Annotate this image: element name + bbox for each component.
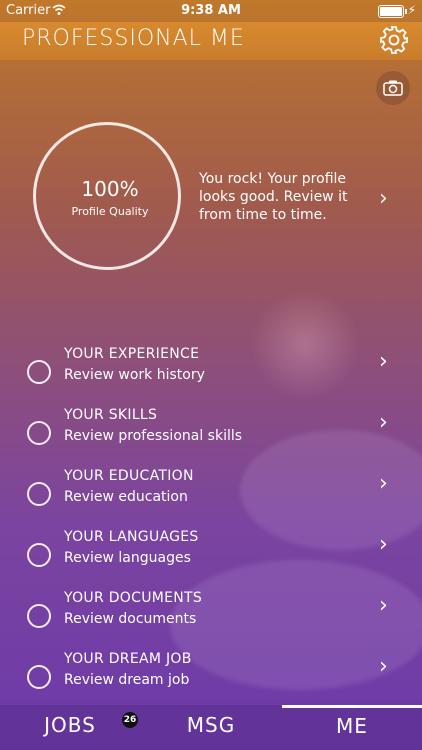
gear-icon[interactable] bbox=[378, 24, 410, 56]
app-header: PROFESSIONAL ME bbox=[0, 22, 422, 60]
chevron-right-icon: › bbox=[379, 593, 388, 618]
charging-icon: ⚡ bbox=[407, 3, 416, 17]
item-title: YOUR LANGUAGES bbox=[64, 529, 199, 545]
list-item-languages[interactable]: YOUR LANGUAGES Review languages › bbox=[0, 529, 422, 590]
list-item-documents[interactable]: YOUR DOCUMENTS Review documents › bbox=[0, 590, 422, 651]
tab-bar: JOBS 26 MSG ME bbox=[0, 705, 422, 750]
tab-jobs[interactable]: JOBS bbox=[0, 705, 140, 750]
chevron-right-icon: › bbox=[379, 471, 388, 496]
profile-quality-label: Profile Quality bbox=[71, 205, 149, 218]
status-time: 9:38 AM bbox=[181, 3, 241, 18]
tab-label: ME bbox=[336, 714, 368, 738]
list-item-experience[interactable]: YOUR EXPERIENCE Review work history › bbox=[0, 346, 422, 407]
battery-icon bbox=[378, 5, 407, 18]
item-subtitle: Review professional skills bbox=[64, 428, 243, 444]
list-item-education[interactable]: YOUR EDUCATION Review education › bbox=[0, 468, 422, 529]
profile-message: You rock! Your profile looks good. Revie… bbox=[199, 171, 348, 223]
status-circle-icon bbox=[27, 604, 51, 628]
screen: Carrier 9:38 AM ⚡ PROFESSIONAL ME 100% P… bbox=[0, 0, 422, 750]
item-subtitle: Review languages bbox=[64, 550, 191, 566]
item-title: YOUR EDUCATION bbox=[64, 468, 194, 484]
tab-label: MSG bbox=[186, 713, 236, 737]
tab-msg[interactable]: MSG bbox=[141, 705, 281, 750]
chevron-right-icon: › bbox=[379, 532, 388, 557]
status-circle-icon bbox=[27, 543, 51, 567]
status-bar: Carrier 9:38 AM ⚡ bbox=[0, 0, 422, 22]
item-title: YOUR SKILLS bbox=[64, 407, 158, 423]
item-subtitle: Review work history bbox=[64, 367, 205, 383]
item-title: YOUR DOCUMENTS bbox=[64, 590, 203, 606]
tab-me[interactable]: ME bbox=[282, 705, 422, 750]
jobs-badge: 26 bbox=[122, 712, 138, 728]
camera-button[interactable] bbox=[376, 71, 410, 105]
chevron-right-icon: › bbox=[379, 410, 388, 435]
chevron-right-icon: › bbox=[379, 349, 388, 374]
list-item-dream-job[interactable]: YOUR DREAM JOB Review dream job › bbox=[0, 651, 422, 712]
status-circle-icon bbox=[27, 482, 51, 506]
list-item-skills[interactable]: YOUR SKILLS Review professional skills › bbox=[0, 407, 422, 468]
item-subtitle: Review education bbox=[64, 489, 188, 505]
profile-chevron-right-icon[interactable]: › bbox=[379, 186, 388, 211]
camera-icon bbox=[383, 80, 403, 96]
page-title: PROFESSIONAL ME bbox=[22, 26, 245, 51]
item-title: YOUR EXPERIENCE bbox=[64, 346, 200, 362]
item-subtitle: Review documents bbox=[64, 611, 197, 627]
item-title: YOUR DREAM JOB bbox=[64, 651, 192, 667]
profile-quality-ring: 100% Profile Quality bbox=[33, 122, 181, 270]
item-subtitle: Review dream job bbox=[64, 672, 190, 688]
status-circle-icon bbox=[27, 421, 51, 445]
status-circle-icon bbox=[27, 360, 51, 384]
chevron-right-icon: › bbox=[379, 654, 388, 679]
tab-label: JOBS bbox=[44, 713, 96, 737]
status-circle-icon bbox=[27, 665, 51, 689]
profile-quality-percent: 100% bbox=[81, 177, 139, 201]
